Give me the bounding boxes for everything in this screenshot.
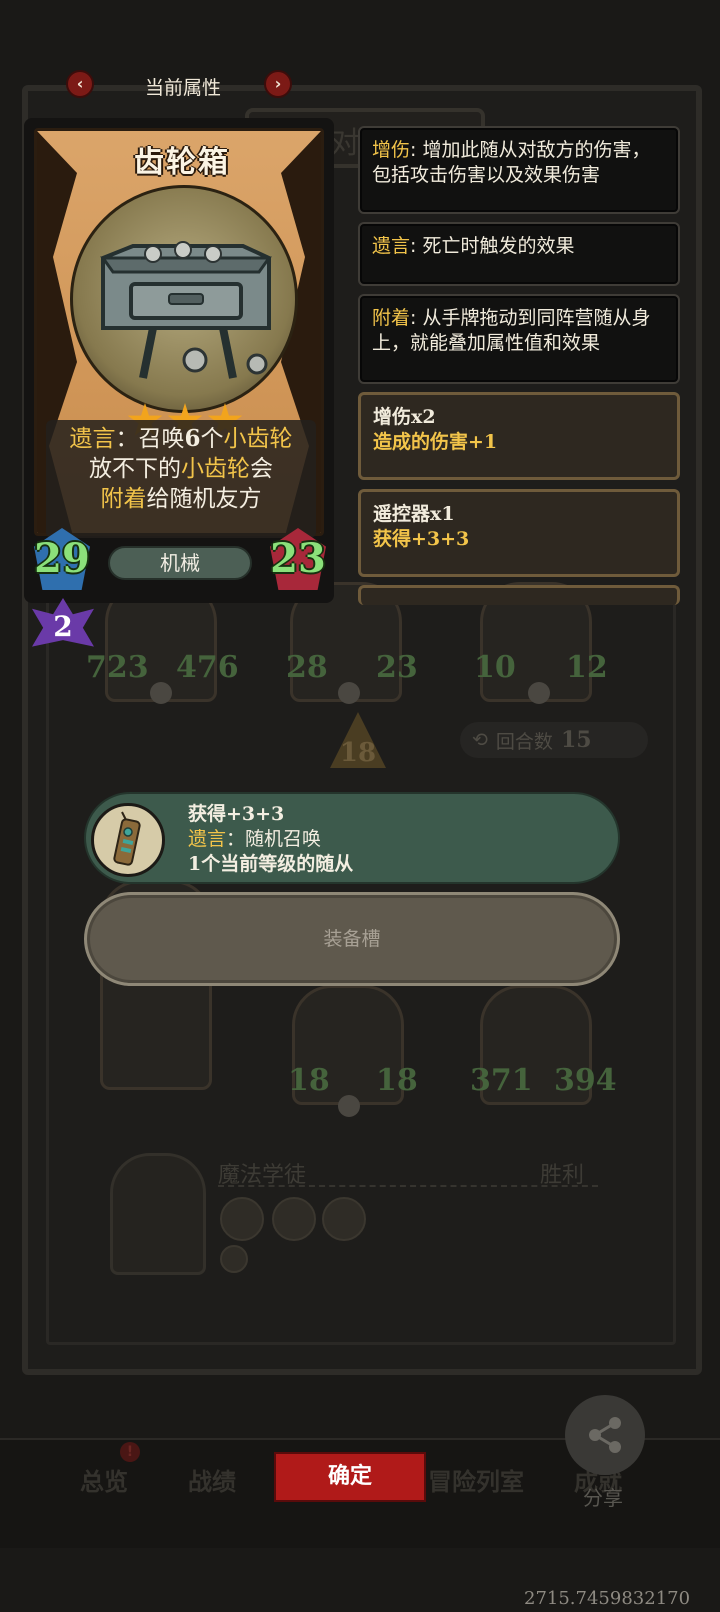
buff-panel: 增伤x2 造成的伤害+1	[358, 392, 680, 480]
keyword-panel: 遗言: 死亡时触发的效果	[358, 222, 680, 286]
card-name: 齿轮箱	[134, 145, 230, 180]
card-text-part: 个	[200, 426, 224, 452]
notification-badge: !	[120, 1442, 140, 1462]
skull-icon	[528, 682, 550, 704]
background-minion-attack: 28	[286, 650, 328, 685]
keyword-deathrattle: 遗言	[188, 828, 227, 850]
card-health: 23	[270, 535, 326, 582]
equipment-text: 获得+3+3 遗言：随机召唤 1个当前等级的随从	[188, 802, 353, 877]
keyword-separator: :	[410, 235, 423, 257]
share-icon	[589, 1417, 621, 1453]
keyword-panel: 增伤: 增加此随从对敌方的伤害，包括攻击伤害以及效果伤害	[358, 126, 680, 214]
background-arrow-number: 18	[339, 738, 377, 768]
card-tier: 2	[53, 610, 73, 643]
background-player-row: 魔法学徒 胜利	[110, 1145, 610, 1285]
next-arrow-button[interactable]: ›	[264, 70, 292, 98]
keyword-panel: 附着: 从手牌拖动到同阵营随从身上，就能叠加属性值和效果	[358, 294, 680, 384]
keyword-name: 遗言	[372, 235, 411, 257]
share-label: 分享	[583, 1486, 623, 1510]
buff-title: 增伤x2	[373, 406, 436, 428]
round-value: 15	[560, 727, 592, 753]
equipment-banner: 获得+3+3 遗言：随机召唤 1个当前等级的随从	[84, 792, 620, 884]
refresh-icon: ⟲	[472, 729, 488, 751]
tab-record[interactable]: 战绩	[188, 1462, 236, 1497]
background-minion-attack: 723	[86, 650, 149, 685]
background-minion-health: 394	[554, 1063, 617, 1098]
keyword-name: 附着	[372, 307, 411, 329]
background-minion-health: 23	[376, 650, 418, 685]
background-minion-health: 18	[376, 1063, 418, 1098]
skull-icon	[150, 682, 172, 704]
relic-icon	[322, 1197, 366, 1241]
equipment-icon	[91, 803, 165, 877]
background-minion-attack: 18	[288, 1063, 330, 1098]
keyword-small-gear: 小齿轮	[181, 456, 250, 482]
card-text-part: 召唤	[138, 426, 185, 452]
card-attack: 29	[34, 535, 90, 582]
page-title: 当前属性	[144, 77, 221, 99]
background-minion-attack: 10	[474, 650, 516, 685]
skull-icon	[338, 682, 360, 704]
buff-panel-partial	[358, 585, 680, 605]
minion-card: 齿轮箱 遗言：召唤6个小齿轮 放不下的小齿轮会 附着给随机友方 29 机械 23	[24, 118, 334, 603]
relic-icon	[272, 1197, 316, 1241]
equipment-slot[interactable]: 装备槽	[84, 892, 620, 986]
text-separator: ：	[226, 828, 246, 850]
prev-arrow-button[interactable]: ‹	[66, 70, 94, 98]
gearbox-icon	[100, 241, 272, 379]
coordinate-readout: 2715.7459832170	[524, 1588, 691, 1609]
equipment-line: 1个当前等级的随从	[188, 853, 354, 875]
card-text-part: 给随机友方	[146, 486, 262, 512]
background-minion-attack: 371	[470, 1063, 533, 1098]
text-separator: ：	[115, 426, 139, 452]
tab-adventure[interactable]: 冒险列室	[428, 1462, 524, 1497]
keyword-separator: :	[410, 139, 423, 161]
relic-icon	[220, 1197, 264, 1241]
card-text-part: 会	[250, 456, 273, 482]
player-avatar	[110, 1153, 206, 1275]
round-counter: ⟲ 回合数 15	[460, 722, 648, 758]
tribe-label: 机械	[108, 546, 252, 580]
buff-panel: 遥控器x1 获得+3+3	[358, 489, 680, 577]
keyword-separator: :	[410, 307, 423, 329]
relic-icon	[220, 1245, 248, 1273]
share-button[interactable]	[565, 1395, 645, 1475]
remote-control-icon	[113, 811, 141, 866]
gearbox-portrait	[70, 185, 298, 413]
keyword-deathrattle: 遗言	[69, 426, 116, 452]
keyword-description: 死亡时触发的效果	[422, 235, 575, 257]
confirm-button[interactable]: 确定	[274, 1452, 426, 1502]
skull-icon	[338, 1095, 360, 1117]
card-description: 遗言：召唤6个小齿轮 放不下的小齿轮会 附着给随机友方	[46, 420, 316, 538]
buff-description: 造成的伤害+1	[373, 431, 498, 453]
background-minion-health: 12	[566, 650, 608, 685]
buff-description: 获得+3+3	[373, 528, 470, 550]
equipment-line: 获得+3+3	[188, 803, 285, 825]
equipment-line: 随机召唤	[245, 828, 322, 850]
divider	[218, 1185, 598, 1187]
card-text-part: 放不下的	[89, 456, 181, 482]
buff-title: 遥控器x1	[373, 503, 455, 525]
background-minion-health: 476	[176, 650, 239, 685]
round-label: 回合数	[495, 730, 553, 753]
keyword-attach: 附着	[100, 486, 147, 512]
tab-overview[interactable]: 总览	[80, 1462, 128, 1497]
keyword-name: 增伤	[372, 139, 411, 161]
keyword-small-gear: 小齿轮	[223, 426, 293, 452]
card-text-number: 6	[184, 425, 201, 452]
